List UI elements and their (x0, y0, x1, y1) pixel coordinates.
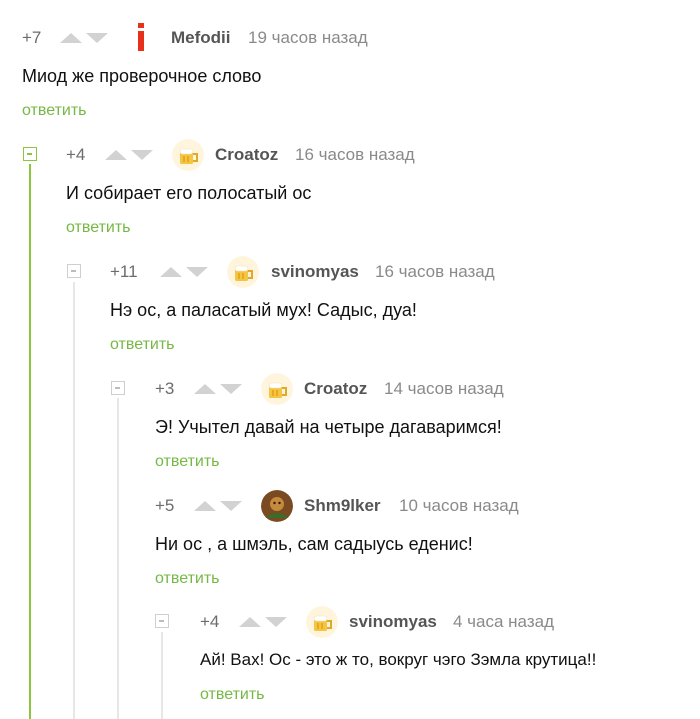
vote-arrows-icon[interactable] (239, 608, 287, 634)
collapse-toggle[interactable] (111, 381, 125, 395)
beer-mug-avatar-icon[interactable] (172, 139, 204, 171)
comment-text: Э! Учытел давай на четыре дагаваримся! (155, 417, 502, 437)
collapse-toggle[interactable] (155, 614, 169, 628)
author-name[interactable]: Shm9lker (304, 493, 381, 519)
thread-line[interactable] (73, 282, 75, 719)
author-name[interactable]: Mefodii (171, 25, 231, 51)
vote-arrows-icon[interactable] (194, 375, 242, 401)
collapse-toggle[interactable] (23, 147, 37, 161)
vote-arrows-icon[interactable] (160, 258, 208, 284)
vote-arrows-icon[interactable] (105, 141, 153, 167)
thread-line[interactable] (161, 632, 163, 719)
rating-value: +3 (155, 379, 175, 398)
thread-line[interactable] (117, 398, 119, 719)
author-name[interactable]: svinomyas (349, 609, 437, 635)
minus-icon (27, 153, 32, 155)
reply-link[interactable]: ответить (155, 451, 220, 473)
comment-text: Ни ос , а шмэль, сам садыусь еденис! (155, 534, 473, 554)
comment-text: Ай! Вах! Ос - это ж то, вокруг чэго Зэмл… (200, 650, 597, 669)
exclamation-avatar-icon[interactable] (134, 23, 148, 51)
comment-time[interactable]: 4 часа назад (453, 609, 554, 635)
minus-icon (71, 270, 76, 272)
comment-thread: +7 Mefodii 19 часов назад Миод же провер… (0, 0, 700, 719)
comment-text: И собирает его полосатый ос (66, 183, 312, 203)
comment-time[interactable]: 14 часов назад (384, 376, 504, 402)
reply-link[interactable]: ответить (155, 568, 220, 590)
reply-link[interactable]: ответить (22, 100, 87, 122)
comment-time[interactable]: 10 часов назад (399, 493, 519, 519)
minus-icon (115, 387, 120, 389)
collapse-toggle[interactable] (67, 264, 81, 278)
photo-avatar-icon[interactable] (261, 490, 293, 522)
comment-time[interactable]: 19 часов назад (248, 25, 368, 51)
author-name[interactable]: svinomyas (271, 259, 359, 285)
beer-mug-avatar-icon[interactable] (261, 373, 293, 405)
rating-value: +4 (66, 145, 86, 164)
comment-time[interactable]: 16 часов назад (375, 259, 495, 285)
thread-line[interactable] (29, 164, 31, 719)
reply-link[interactable]: ответить (110, 334, 175, 356)
reply-link[interactable]: ответить (200, 684, 265, 706)
beer-mug-avatar-icon[interactable] (306, 606, 338, 638)
comment-text: Нэ ос, а паласатый мух! Садыс, дуа! (110, 300, 417, 320)
rating-value: +11 (110, 262, 138, 281)
rating-value: +7 (22, 28, 42, 47)
rating-value: +4 (200, 612, 220, 631)
reply-link[interactable]: ответить (66, 217, 131, 239)
author-name[interactable]: Croatoz (215, 142, 278, 168)
rating-value: +5 (155, 496, 175, 515)
author-name[interactable]: Croatoz (304, 376, 367, 402)
vote-arrows-icon[interactable] (60, 24, 108, 50)
beer-mug-avatar-icon[interactable] (227, 256, 259, 288)
comment-text: Миод же проверочное слово (22, 66, 262, 86)
vote-arrows-icon[interactable] (194, 492, 242, 518)
comment-time[interactable]: 16 часов назад (295, 142, 415, 168)
minus-icon (159, 620, 164, 622)
